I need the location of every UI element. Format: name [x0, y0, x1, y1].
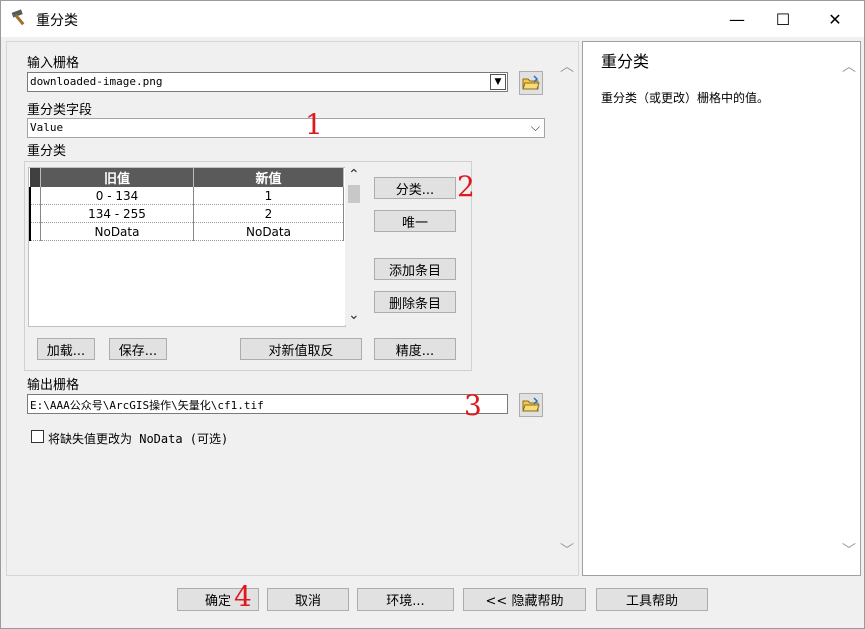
help-text: 重分类（或更改）栅格中的值。	[601, 91, 770, 105]
annotation-4: 4	[234, 580, 252, 613]
annotation-2: 2	[457, 170, 475, 203]
input-raster-combo[interactable]: downloaded-image.png ▼	[27, 72, 508, 92]
panel-scroll-up-icon[interactable]: ︿	[560, 56, 574, 76]
add-entry-button[interactable]: 添加条目	[374, 258, 456, 280]
table-row[interactable]: NoData NoData	[29, 222, 344, 241]
window-title: 重分类	[36, 13, 78, 29]
reclass-field-combo[interactable]: Value ⌵	[27, 118, 545, 138]
row-selector[interactable]	[29, 204, 41, 223]
row-selector[interactable]	[29, 187, 41, 205]
annotation-3: 3	[464, 389, 482, 422]
scroll-down-icon[interactable]: ⌄	[348, 307, 360, 323]
nodata-checkbox-label: 将缺失值更改为 NoData (可选)	[48, 432, 229, 446]
open-folder-icon	[522, 397, 540, 412]
old-value-header[interactable]: 旧值	[40, 168, 194, 187]
reclass-table-container: 旧值 新值 0 - 134 1 134 - 255 2 NoData NoDat…	[28, 167, 346, 327]
row-header-corner	[30, 168, 41, 187]
old-value-cell[interactable]: 134 - 255	[40, 204, 194, 223]
old-value-cell[interactable]: NoData	[40, 222, 194, 241]
help-panel	[582, 41, 861, 576]
reclass-table: 旧值 新值 0 - 134 1 134 - 255 2 NoData NoDat…	[29, 168, 344, 241]
load-button[interactable]: 加载...	[37, 338, 95, 360]
table-scrollbar[interactable]: ⌃ ⌄	[345, 167, 363, 325]
panel-scroll-down-icon[interactable]: ﹀	[560, 540, 574, 560]
table-row[interactable]: 134 - 255 2	[29, 204, 344, 223]
input-raster-value: downloaded-image.png	[30, 75, 163, 88]
new-value-cell[interactable]: NoData	[193, 222, 344, 241]
chevron-down-icon[interactable]: ⌵	[531, 120, 540, 135]
new-value-cell[interactable]: 2	[193, 204, 344, 223]
annotation-1: 1	[305, 108, 323, 141]
delete-entry-button[interactable]: 删除条目	[374, 291, 456, 313]
output-raster-value: E:\AAA公众号\ArcGIS操作\矢量化\cf1.tif	[30, 399, 264, 412]
reverse-new-values-button[interactable]: 对新值取反	[240, 338, 362, 360]
output-raster-field[interactable]: E:\AAA公众号\ArcGIS操作\矢量化\cf1.tif	[27, 394, 508, 414]
help-title: 重分类	[601, 52, 650, 71]
cancel-button[interactable]: 取消	[267, 588, 349, 611]
dropdown-arrow-icon[interactable]: ▼	[490, 74, 506, 90]
precision-button[interactable]: 精度...	[374, 338, 456, 360]
reclass-field-value: Value	[30, 121, 64, 134]
hide-help-button[interactable]: << 隐藏帮助	[463, 588, 586, 611]
tool-help-button[interactable]: 工具帮助	[596, 588, 708, 611]
close-button[interactable]: ✕	[812, 1, 858, 37]
output-browse-button[interactable]	[519, 393, 543, 417]
output-raster-label: 输出栅格	[27, 378, 80, 393]
table-header: 旧值 新值	[30, 168, 344, 187]
help-scroll-down-icon[interactable]: ﹀	[842, 540, 856, 560]
input-browse-button[interactable]	[519, 71, 543, 95]
minimize-button[interactable]: —	[714, 1, 760, 37]
maximize-button[interactable]: ☐	[760, 1, 806, 37]
classify-button[interactable]: 分类...	[374, 177, 456, 199]
old-value-cell[interactable]: 0 - 134	[40, 187, 194, 205]
scroll-up-icon[interactable]: ⌃	[348, 167, 360, 183]
new-value-cell[interactable]: 1	[193, 187, 344, 205]
row-selector[interactable]	[29, 222, 41, 241]
nodata-checkbox[interactable]	[31, 430, 44, 443]
unique-button[interactable]: 唯一	[374, 210, 456, 232]
open-folder-icon	[522, 75, 540, 90]
reclassification-label: 重分类	[27, 144, 67, 159]
environments-button[interactable]: 环境...	[357, 588, 454, 611]
scroll-thumb[interactable]	[348, 185, 360, 203]
hammer-icon	[11, 9, 25, 26]
save-button[interactable]: 保存...	[109, 338, 167, 360]
table-row[interactable]: 0 - 134 1	[29, 187, 344, 205]
help-scroll-up-icon[interactable]: ︿	[842, 56, 856, 76]
reclass-field-label: 重分类字段	[27, 103, 93, 118]
input-raster-label: 输入栅格	[27, 56, 80, 71]
new-value-header[interactable]: 新值	[193, 168, 344, 187]
